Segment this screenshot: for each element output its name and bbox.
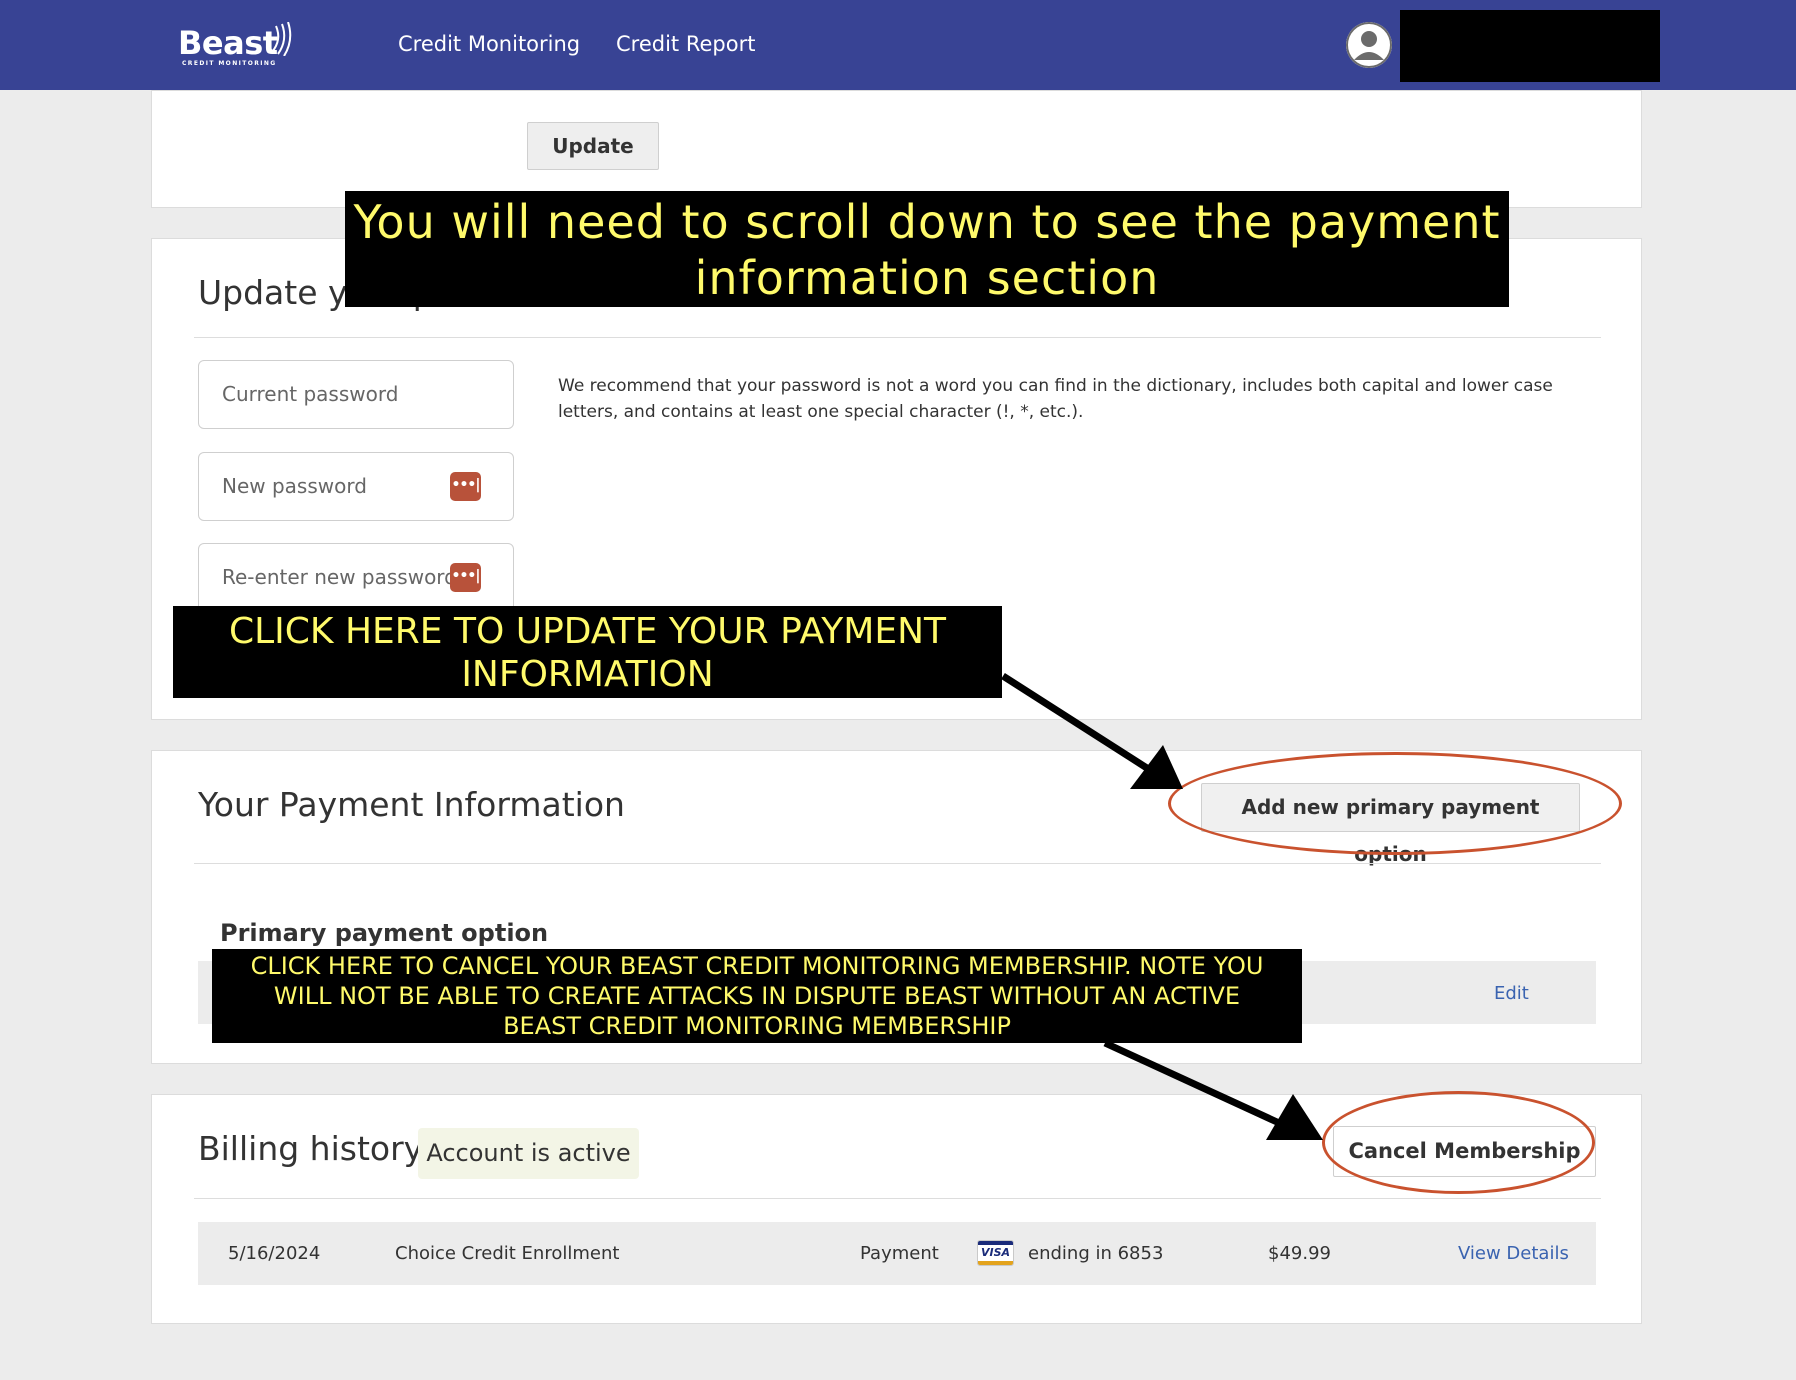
billing-section-title: Billing history <box>198 1129 424 1168</box>
primary-payment-label: Primary payment option <box>220 919 549 947</box>
password-recommendation-text: We recommend that your password is not a… <box>558 376 1553 422</box>
logo-subtext: CREDIT MONITORING <box>182 60 277 67</box>
new-password-input[interactable]: New password •••| <box>198 452 514 521</box>
billing-type: Payment <box>860 1243 939 1264</box>
edit-payment-link[interactable]: Edit <box>1494 983 1529 1004</box>
account-status-badge: Account is active <box>418 1128 639 1179</box>
reenter-password-placeholder: Re-enter new password <box>222 565 457 589</box>
update-payment-line: CLICK HERE TO UPDATE YOUR PAYMENT <box>228 611 947 652</box>
payment-section-title: Your Payment Information <box>198 785 625 824</box>
nav-credit-report[interactable]: Credit Report <box>616 32 755 56</box>
password-manager-icon[interactable]: •••| <box>450 563 481 592</box>
view-details-link[interactable]: View Details <box>1458 1243 1569 1264</box>
payment-divider <box>194 863 1601 864</box>
password-manager-icon[interactable]: •••| <box>450 472 481 501</box>
reenter-password-input[interactable]: Re-enter new password •••| <box>198 543 514 612</box>
password-divider <box>194 337 1601 338</box>
visa-card-brand: VISA <box>980 1246 1011 1259</box>
redacted-user-name <box>1400 10 1660 82</box>
scroll-instruction-callout: You will need to scroll down to see the … <box>345 191 1509 307</box>
add-primary-payment-button[interactable]: Add new primary payment option <box>1201 783 1580 866</box>
user-avatar-icon[interactable] <box>1346 22 1392 68</box>
update-payment-callout: CLICK HERE TO UPDATE YOUR PAYMENT INFORM… <box>173 606 1002 698</box>
billing-description: Choice Credit Enrollment <box>395 1243 620 1264</box>
billing-card-ending: ending in 6853 <box>1028 1243 1164 1264</box>
top-navigation-bar: Beast CREDIT MONITORING Credit Monitorin… <box>0 0 1796 90</box>
cancel-note-line: WILL NOT BE ABLE TO CREATE ATTACKS IN DI… <box>273 982 1241 1010</box>
signal-waves-icon <box>271 22 292 56</box>
visa-card-icon: VISA <box>977 1240 1014 1266</box>
update-payment-line: INFORMATION <box>461 654 714 695</box>
scroll-note-line: You will need to scroll down to see the … <box>353 195 1501 249</box>
cancel-note-line: CLICK HERE TO CANCEL YOUR BEAST CREDIT M… <box>250 952 1264 980</box>
nav-credit-monitoring[interactable]: Credit Monitoring <box>398 32 580 56</box>
logo-text: Beast <box>178 24 278 62</box>
new-password-placeholder: New password <box>222 474 367 498</box>
billing-date: 5/16/2024 <box>228 1243 321 1264</box>
update-profile-button[interactable]: Update <box>527 122 659 170</box>
current-password-input[interactable]: Current password <box>198 360 514 429</box>
billing-history-card: Billing history Account is active Cancel… <box>151 1094 1642 1324</box>
cancel-membership-button[interactable]: Cancel Membership <box>1333 1126 1596 1177</box>
billing-divider <box>194 1198 1601 1199</box>
scroll-note-line: information section <box>694 251 1160 305</box>
cancel-membership-callout: CLICK HERE TO CANCEL YOUR BEAST CREDIT M… <box>212 949 1302 1043</box>
billing-amount: $49.99 <box>1268 1243 1331 1264</box>
cancel-note-line: BEAST CREDIT MONITORING MEMBERSHIP <box>503 1012 1011 1040</box>
beast-logo[interactable]: Beast CREDIT MONITORING <box>178 22 292 67</box>
